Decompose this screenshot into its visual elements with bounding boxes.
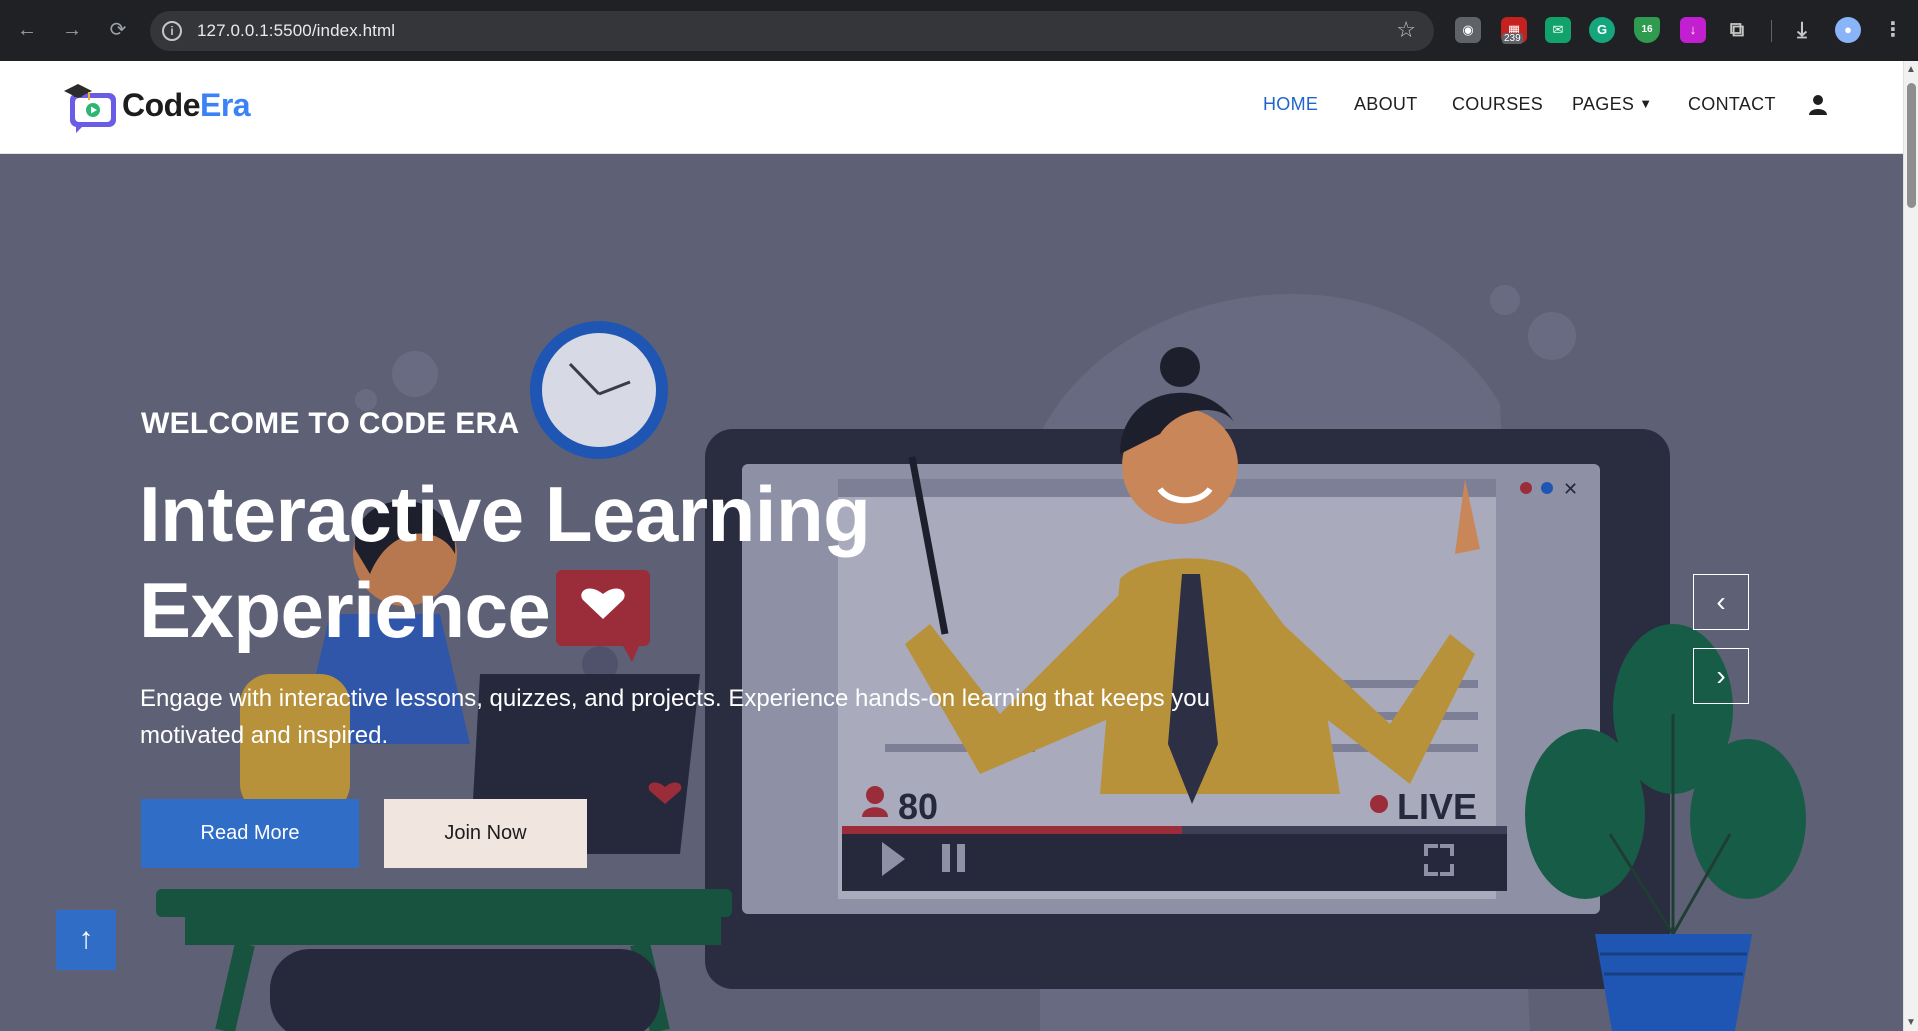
web-page: CodeEra HOME ABOUT COURSES PAGES ▼ CONTAC… (0, 61, 1903, 1031)
scroll-down-icon[interactable]: ▼ (1906, 1017, 1916, 1028)
chevron-left-icon: ‹ (1716, 586, 1726, 617)
bookmark-star-icon[interactable]: ☆ (1396, 17, 1416, 43)
carousel-prev-button[interactable]: ‹ (1693, 574, 1749, 630)
downloads-icon[interactable]: ⤓ (1789, 17, 1815, 43)
site-header: CodeEra HOME ABOUT COURSES PAGES ▼ CONTAC… (0, 61, 1903, 154)
browser-toolbar: ← → ⟳ i 127.0.0.1:5500/index.html ☆ ◉ ▦ … (0, 0, 1918, 61)
brand-main: Code (122, 87, 201, 123)
nav-contact[interactable]: CONTACT (1688, 94, 1776, 115)
camera-extension-icon[interactable]: ◉ (1455, 17, 1481, 43)
download-extension-icon[interactable]: ↓ (1680, 17, 1706, 43)
hero-section: ✕ 80 LIVE WELCOME TO CODE ERA Interactiv… (0, 154, 1903, 1031)
shield-extension-icon[interactable]: 16 (1634, 17, 1660, 43)
carousel-next-button[interactable]: › (1693, 648, 1749, 704)
address-bar[interactable]: i 127.0.0.1:5500/index.html ☆ (150, 11, 1434, 51)
nav-pages[interactable]: PAGES ▼ (1572, 94, 1652, 115)
svg-text:✕: ✕ (1563, 479, 1578, 500)
profile-avatar[interactable]: ● (1835, 17, 1861, 43)
codeera-logo-icon[interactable] (62, 81, 122, 136)
chevron-right-icon: › (1716, 660, 1726, 691)
chevron-down-icon: ▼ (1639, 96, 1653, 111)
arrow-up-icon: ↑ (78, 922, 94, 955)
hero-title: Interactive Learning Experience (139, 466, 959, 658)
calendar-badge: 239 (1502, 33, 1523, 44)
forward-icon[interactable]: → (57, 15, 87, 45)
menu-kebab-icon[interactable]: ⋮ (1880, 17, 1906, 43)
url-text[interactable]: 127.0.0.1:5500/index.html (197, 21, 395, 41)
reload-icon[interactable]: ⟳ (103, 15, 133, 45)
scroll-up-icon[interactable]: ▲ (1906, 64, 1916, 75)
back-to-top-button[interactable]: ↑ (56, 910, 116, 970)
hero-welcome: WELCOME TO CODE ERA (141, 407, 520, 440)
join-now-button[interactable]: Join Now (384, 799, 587, 868)
toolbar-divider (1771, 20, 1772, 42)
nav-about[interactable]: ABOUT (1354, 94, 1418, 115)
hero-title-line2: Experience (139, 566, 551, 654)
viewer-count: 80 (898, 786, 938, 827)
brand-name[interactable]: CodeEra (122, 87, 251, 124)
read-more-button[interactable]: Read More (141, 799, 359, 868)
scrollbar-thumb[interactable] (1907, 83, 1916, 208)
live-label: LIVE (1397, 786, 1477, 827)
hero-title-line1: Interactive Learning (139, 470, 871, 558)
nav-courses[interactable]: COURSES (1452, 94, 1543, 115)
user-icon[interactable] (1809, 94, 1827, 116)
page-scrollbar[interactable]: ▲ ▼ (1903, 61, 1918, 1031)
grammarly-icon[interactable]: G (1589, 17, 1615, 43)
mail-extension-icon[interactable]: ✉ (1545, 17, 1571, 43)
back-icon[interactable]: ← (12, 15, 42, 45)
site-info-icon[interactable]: i (162, 21, 182, 41)
extensions-puzzle-icon[interactable]: ⧉ (1724, 17, 1750, 43)
nav-home[interactable]: HOME (1263, 94, 1318, 115)
hero-description: Engage with interactive lessons, quizzes… (140, 685, 1210, 749)
shield-badge: 16 (1641, 24, 1653, 35)
nav-pages-label: PAGES (1572, 94, 1635, 114)
brand-accent: Era (200, 87, 251, 123)
